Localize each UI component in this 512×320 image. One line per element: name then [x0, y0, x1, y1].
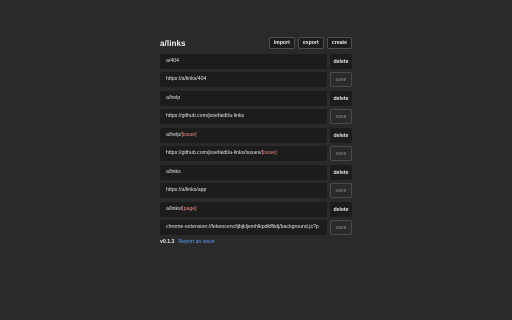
link-entry: a/links delete https://a/links/app save — [160, 165, 352, 198]
save-button[interactable]: save — [330, 109, 352, 124]
header: a/links import export create — [160, 36, 352, 50]
link-url-input[interactable]: chrome-extension://fekeocencfijbjkljemhl… — [160, 220, 327, 235]
key-text: a/404 — [166, 58, 179, 64]
key-text: a/help/ — [166, 132, 182, 138]
links-panel: a/links import export create a/404 delet… — [160, 36, 352, 245]
import-button[interactable]: import — [268, 37, 295, 49]
key-row: a/404 delete — [160, 54, 352, 69]
link-entry: a/links/[page] delete chrome-extension:/… — [160, 202, 352, 235]
url-text: https://github.com/josefaidt/a-links/iss… — [166, 150, 262, 156]
save-button[interactable]: save — [330, 72, 352, 87]
page-title: a/links — [160, 38, 186, 48]
header-actions: import export create — [268, 37, 352, 49]
key-text: a/links — [166, 169, 181, 175]
url-param: [issue] — [261, 150, 277, 156]
key-row: a/links delete — [160, 165, 352, 180]
version-label: v0.1.3 — [160, 239, 175, 245]
delete-button[interactable]: delete — [330, 91, 352, 106]
url-text: https://github.com/josefaidt/a-links — [166, 113, 245, 119]
url-row: https://a/links/404 save — [160, 72, 352, 87]
link-entry: a/help delete https://github.com/josefai… — [160, 91, 352, 124]
export-button[interactable]: export — [297, 37, 324, 49]
link-key-input[interactable]: a/404 — [160, 54, 327, 69]
delete-button[interactable]: delete — [330, 54, 352, 69]
link-url-input[interactable]: https://github.com/josefaidt/a-links — [160, 109, 327, 124]
url-row: https://github.com/josefaidt/a-links/iss… — [160, 146, 352, 161]
save-button[interactable]: save — [330, 220, 352, 235]
save-button[interactable]: save — [330, 146, 352, 161]
key-text: a/links/ — [166, 206, 183, 212]
save-button[interactable]: save — [330, 183, 352, 198]
key-param: [issue] — [181, 132, 197, 138]
url-text: https://a/links/app — [166, 187, 207, 193]
key-row: a/help delete — [160, 91, 352, 106]
url-row: https://github.com/josefaidt/a-links sav… — [160, 109, 352, 124]
key-param: [page] — [182, 206, 197, 212]
link-list: a/404 delete https://a/links/404 save a/… — [160, 54, 352, 235]
link-key-input[interactable]: a/links — [160, 165, 327, 180]
key-row: a/links/[page] delete — [160, 202, 352, 217]
footer: v0.1.3 Report an issue — [160, 239, 352, 245]
url-row: https://a/links/app save — [160, 183, 352, 198]
report-issue-link[interactable]: Report an issue — [178, 239, 214, 245]
key-text: a/help — [166, 95, 181, 101]
link-url-input[interactable]: https://a/links/404 — [160, 72, 327, 87]
link-entry: a/404 delete https://a/links/404 save — [160, 54, 352, 87]
url-text: https://a/links/404 — [166, 76, 207, 82]
link-key-input[interactable]: a/help — [160, 91, 327, 106]
link-key-input[interactable]: a/help/[issue] — [160, 128, 327, 143]
create-button[interactable]: create — [326, 37, 352, 49]
link-key-input[interactable]: a/links/[page] — [160, 202, 327, 217]
link-url-input[interactable]: https://github.com/josefaidt/a-links/iss… — [160, 146, 327, 161]
link-entry: a/help/[issue] delete https://github.com… — [160, 128, 352, 161]
link-url-input[interactable]: https://a/links/app — [160, 183, 327, 198]
url-row: chrome-extension://fekeocencfijbjkljemhl… — [160, 220, 352, 235]
delete-button[interactable]: delete — [330, 128, 352, 143]
url-text: chrome-extension://fekeocencfijbjkljemhl… — [166, 224, 319, 230]
delete-button[interactable]: delete — [330, 202, 352, 217]
key-row: a/help/[issue] delete — [160, 128, 352, 143]
delete-button[interactable]: delete — [330, 165, 352, 180]
